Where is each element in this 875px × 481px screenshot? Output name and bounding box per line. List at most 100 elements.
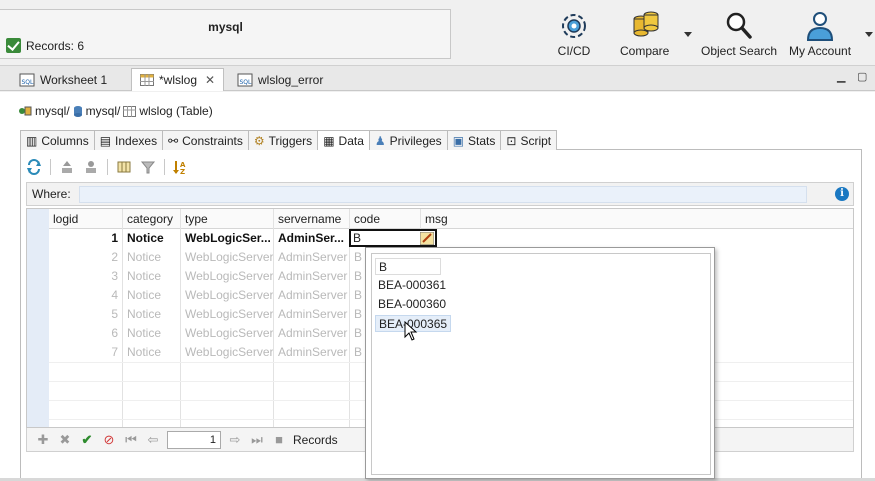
- cicd-label: CI/CD: [557, 44, 591, 58]
- breadcrumb: mysql/ mysql/ wlslog (Table): [18, 104, 213, 118]
- svg-text:Z: Z: [180, 168, 185, 175]
- add-row-icon[interactable]: ✚: [35, 432, 51, 448]
- tab-triggers[interactable]: ⚙ Triggers: [247, 130, 319, 150]
- next-page-icon[interactable]: ⇨: [227, 432, 243, 448]
- records-status-text: Records: 6: [26, 38, 85, 53]
- column-header-msg[interactable]: msg: [421, 209, 853, 229]
- previous-page-icon[interactable]: ⇦: [145, 432, 161, 448]
- sql-worksheet-icon: SQL: [19, 73, 35, 87]
- tab-indexes[interactable]: ▤ Indexes: [93, 130, 164, 150]
- tab-script[interactable]: ⊡ Script: [500, 130, 558, 150]
- sort-az-icon[interactable]: AZ: [173, 159, 189, 175]
- close-icon[interactable]: ✕: [205, 73, 215, 87]
- indexes-icon: ▤: [99, 133, 112, 148]
- autocomplete-list: B BEA-000361 BEA-000360 BEA-000365: [371, 253, 711, 475]
- stats-icon: ▣: [452, 133, 465, 148]
- privileges-icon: ♟: [374, 133, 386, 148]
- where-label: Where:: [32, 187, 71, 201]
- tab-label: Worksheet 1: [40, 73, 108, 87]
- cell-category[interactable]: Notice: [123, 229, 180, 248]
- cell-servername[interactable]: AdminSer...: [274, 229, 349, 248]
- magnifier-icon: [726, 12, 752, 39]
- row-header-gutter: [27, 209, 49, 427]
- triggers-icon: ⚙: [253, 133, 265, 148]
- mouse-pointer-icon: [404, 321, 418, 341]
- toolbar-divider: [164, 159, 165, 175]
- breadcrumb-connection[interactable]: mysql/: [35, 104, 70, 118]
- my-account-button[interactable]: My Account: [789, 10, 851, 58]
- breadcrumb-database[interactable]: mysql/: [86, 104, 121, 118]
- my-account-label: My Account: [789, 44, 852, 58]
- info-icon[interactable]: i: [835, 187, 849, 201]
- toolbar-divider: [50, 159, 51, 175]
- editor-tabs: SQL Worksheet 1 *wlslog ✕ SQL wlslog_err…: [0, 66, 875, 91]
- compare-dropdown-arrow-icon[interactable]: [684, 32, 692, 37]
- table-icon: [123, 105, 137, 117]
- tab-worksheet-1[interactable]: SQL Worksheet 1: [10, 68, 116, 91]
- tab-wlslog-error[interactable]: SQL wlslog_error: [228, 68, 332, 91]
- page-number-input[interactable]: 1: [167, 430, 221, 449]
- column-header-servername[interactable]: servername: [274, 209, 349, 229]
- user-icon: [807, 12, 834, 41]
- svg-text:SQL: SQL: [240, 79, 253, 86]
- export-icon[interactable]: [83, 159, 99, 175]
- account-dropdown-arrow-icon[interactable]: [865, 32, 873, 37]
- apply-check-icon[interactable]: ✔: [79, 432, 95, 448]
- last-page-icon[interactable]: ⏭: [249, 432, 265, 448]
- database-icon: [73, 106, 82, 117]
- constraints-icon: ⚯: [168, 133, 179, 148]
- filter-icon[interactable]: [140, 159, 156, 175]
- top-toolbar: mysql Records: 6 CI/CD Compare Object Se…: [0, 0, 875, 66]
- database-compare-icon: [633, 11, 659, 37]
- column-header-category[interactable]: category: [123, 209, 180, 229]
- sql-worksheet-icon: SQL: [237, 73, 253, 87]
- minimize-icon[interactable]: ▁: [837, 70, 845, 83]
- data-toolbar: AZ: [26, 156, 189, 178]
- where-filter-row: Where: i: [26, 182, 854, 206]
- data-grid-icon: ▦: [323, 133, 335, 148]
- autocomplete-popup: B BEA-000361 BEA-000360 BEA-000365: [365, 247, 715, 479]
- compare-label: Compare: [620, 44, 670, 58]
- object-search-button[interactable]: Object Search: [701, 10, 777, 58]
- cell-logid[interactable]: 1: [49, 229, 122, 248]
- tab-data[interactable]: ▦ Data: [317, 130, 370, 150]
- toolbar-divider: [107, 159, 108, 175]
- object-sub-tabs: ▥ Columns ▤ Indexes ⚯ Constraints ⚙ Triggers…: [20, 130, 862, 150]
- tab-constraints[interactable]: ⚯ Constraints: [162, 130, 249, 150]
- tab-wlslog[interactable]: *wlslog ✕: [131, 68, 225, 91]
- autocomplete-option[interactable]: BEA-000360: [375, 296, 449, 313]
- script-icon: ⊡: [506, 133, 517, 148]
- autocomplete-option[interactable]: B: [375, 258, 441, 275]
- compare-button[interactable]: Compare: [620, 10, 669, 58]
- delete-row-icon[interactable]: ✖: [57, 432, 73, 448]
- tab-columns[interactable]: ▥ Columns: [20, 130, 95, 150]
- column-header-type[interactable]: type: [181, 209, 273, 229]
- tab-label: *wlslog: [159, 73, 198, 87]
- maximize-icon[interactable]: ▢: [857, 70, 867, 83]
- column-header-logid[interactable]: logid: [49, 209, 122, 229]
- refresh-icon[interactable]: [26, 159, 42, 175]
- pencil-edit-icon[interactable]: [420, 232, 434, 245]
- stop-icon[interactable]: ■: [271, 432, 287, 447]
- tab-stats[interactable]: ▣ Stats: [446, 130, 502, 150]
- connection-title: mysql: [208, 20, 243, 34]
- cancel-edit-icon[interactable]: ⊘: [101, 432, 117, 448]
- svg-text:SQL: SQL: [22, 79, 35, 86]
- check-icon: [6, 38, 21, 53]
- columns-icon: ▥: [26, 133, 38, 148]
- cell-type[interactable]: WebLogicSer...: [181, 229, 273, 248]
- cicd-button[interactable]: CI/CD: [556, 10, 592, 58]
- columns-filter-icon[interactable]: [116, 159, 132, 175]
- tab-privileges[interactable]: ♟ Privileges: [368, 130, 448, 150]
- first-page-icon[interactable]: ⏮: [123, 432, 139, 448]
- where-input[interactable]: [79, 185, 807, 203]
- connection-panel: mysql Records: 6: [0, 9, 451, 59]
- records-status: Records: 6: [6, 38, 84, 53]
- connection-icon: [19, 106, 32, 116]
- column-header-code[interactable]: code: [350, 209, 420, 229]
- autocomplete-option[interactable]: BEA-000361: [375, 277, 449, 294]
- import-icon[interactable]: [59, 159, 75, 175]
- tab-label: wlslog_error: [258, 73, 324, 87]
- object-search-label: Object Search: [701, 44, 778, 58]
- breadcrumb-table: wlslog (Table): [139, 104, 213, 118]
